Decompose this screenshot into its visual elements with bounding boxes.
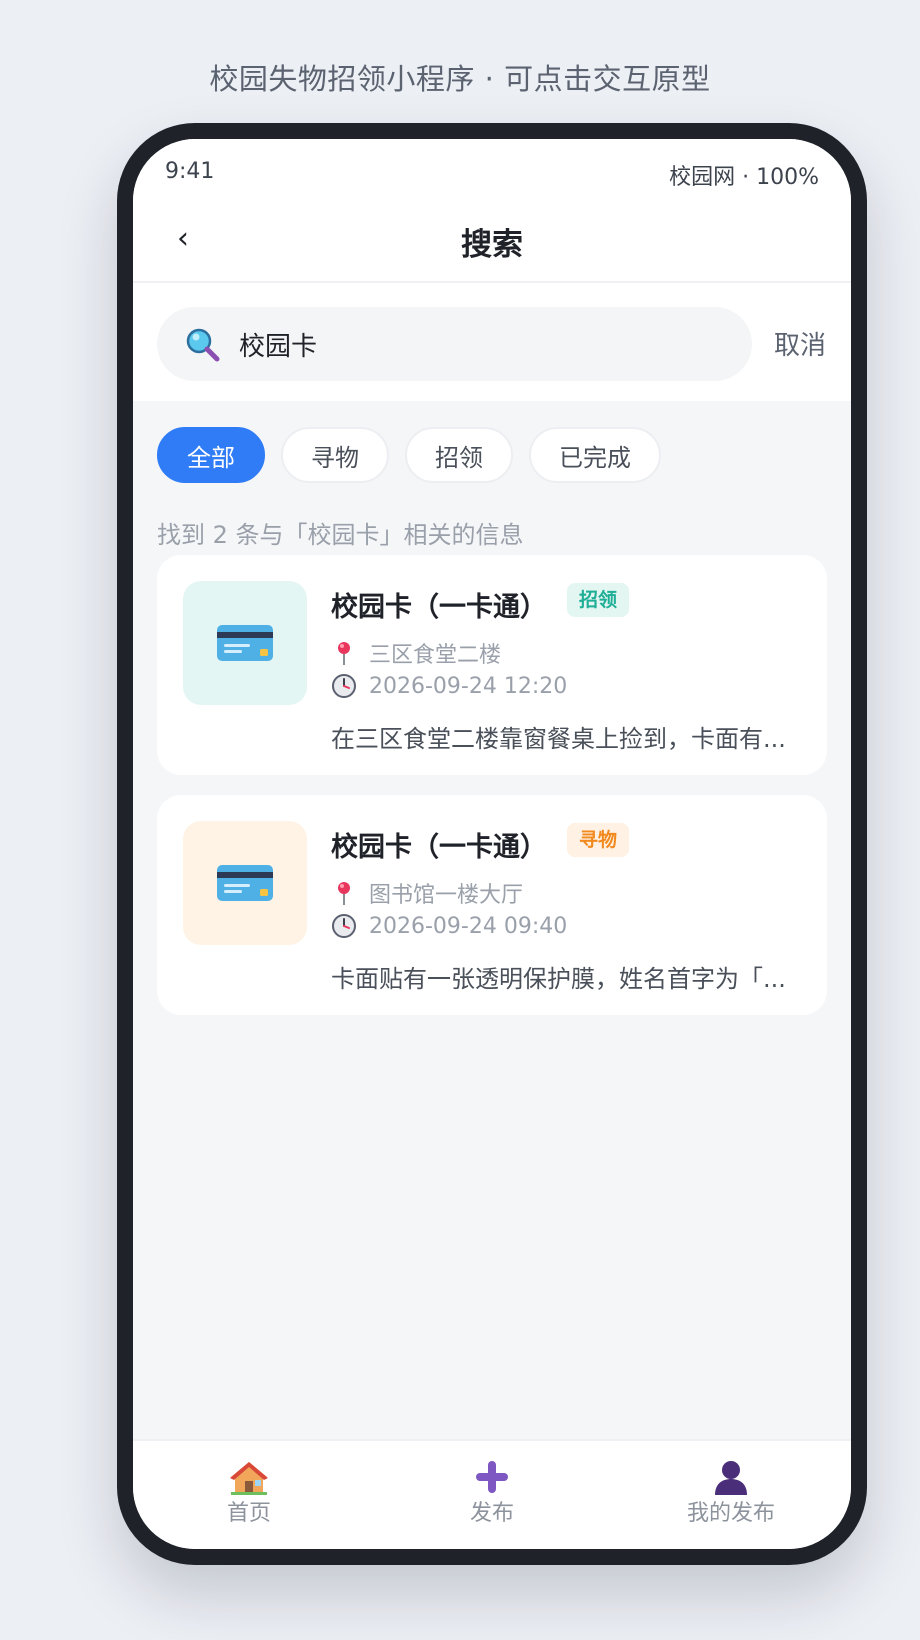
phone-screen: 9:41 校园网 · 100% ‹ 搜索 取消 全部 寻物 招领 已完成 找到 … [133,139,851,1549]
user-icon [715,1461,747,1495]
filter-chip-all[interactable]: 全部 [157,427,265,483]
item-title: 校园卡（一卡通） [331,592,547,623]
tab-my-posts-label: 我的发布 [686,1501,775,1526]
bottom-tab-bar: 首页 发布 我的发布 [133,1439,851,1549]
result-card[interactable]: 校园卡（一卡通） 寻物 图书馆一楼大厅 2026-09-24 09:40 卡面贴… [157,795,827,1015]
item-description: 卡面贴有一张透明保护膜，姓名首字为「... [331,965,786,993]
status-time: 9:41 [165,159,215,184]
credit-card-icon [217,865,273,901]
status-badge: 寻物 [567,823,630,857]
pin-icon [338,882,350,905]
clock-icon [332,914,356,938]
filter-tabs: 全部 寻物 招领 已完成 [157,427,661,483]
item-title: 校园卡（一卡通） [331,832,547,863]
page-caption: 校园失物招领小程序 · 可点击交互原型 [209,62,711,96]
item-location: 三区食堂二楼 [331,637,501,669]
clock-icon [332,674,356,698]
credit-card-icon [217,625,273,661]
nav-divider [133,281,851,283]
result-card[interactable]: 校园卡（一卡通） 招领 三区食堂二楼 2026-09-24 12:20 在三区食… [157,555,827,775]
status-network-battery: 校园网 · 100% [669,165,819,190]
status-badge: 招领 [567,583,630,617]
location-text: 三区食堂二楼 [369,643,502,668]
item-time: 2026-09-24 09:40 [331,913,567,939]
item-thumbnail [183,821,307,945]
house-icon [230,1462,268,1495]
pin-icon [338,642,350,665]
filter-chip-found[interactable]: 招领 [405,427,513,483]
tab-my-posts[interactable]: 我的发布 [651,1459,811,1527]
phone-frame: 9:41 校园网 · 100% ‹ 搜索 取消 全部 寻物 招领 已完成 找到 … [117,123,867,1565]
search-input[interactable] [239,323,719,365]
item-location: 图书馆一楼大厅 [331,877,523,909]
tab-publish-label: 发布 [469,1501,514,1526]
filter-chip-lost[interactable]: 寻物 [281,427,389,483]
tab-home-label: 首页 [226,1501,271,1526]
result-count-hint: 找到 2 条与「校园卡」相关的信息 [157,521,524,549]
search-box[interactable] [157,307,752,381]
cancel-button[interactable]: 取消 [774,325,826,362]
magnifier-icon [186,328,220,362]
time-text: 2026-09-24 12:20 [369,673,568,699]
location-text: 图书馆一楼大厅 [369,883,524,908]
page-title: 搜索 [461,227,523,263]
plus-icon [476,1461,508,1493]
item-description: 在三区食堂二楼靠窗餐桌上捡到，卡面有... [331,725,786,753]
item-thumbnail [183,581,307,705]
item-time: 2026-09-24 12:20 [331,673,567,699]
time-text: 2026-09-24 09:40 [369,913,568,939]
tab-publish[interactable]: 发布 [412,1459,572,1527]
tab-home[interactable]: 首页 [169,1459,329,1527]
filter-chip-done[interactable]: 已完成 [529,427,661,483]
